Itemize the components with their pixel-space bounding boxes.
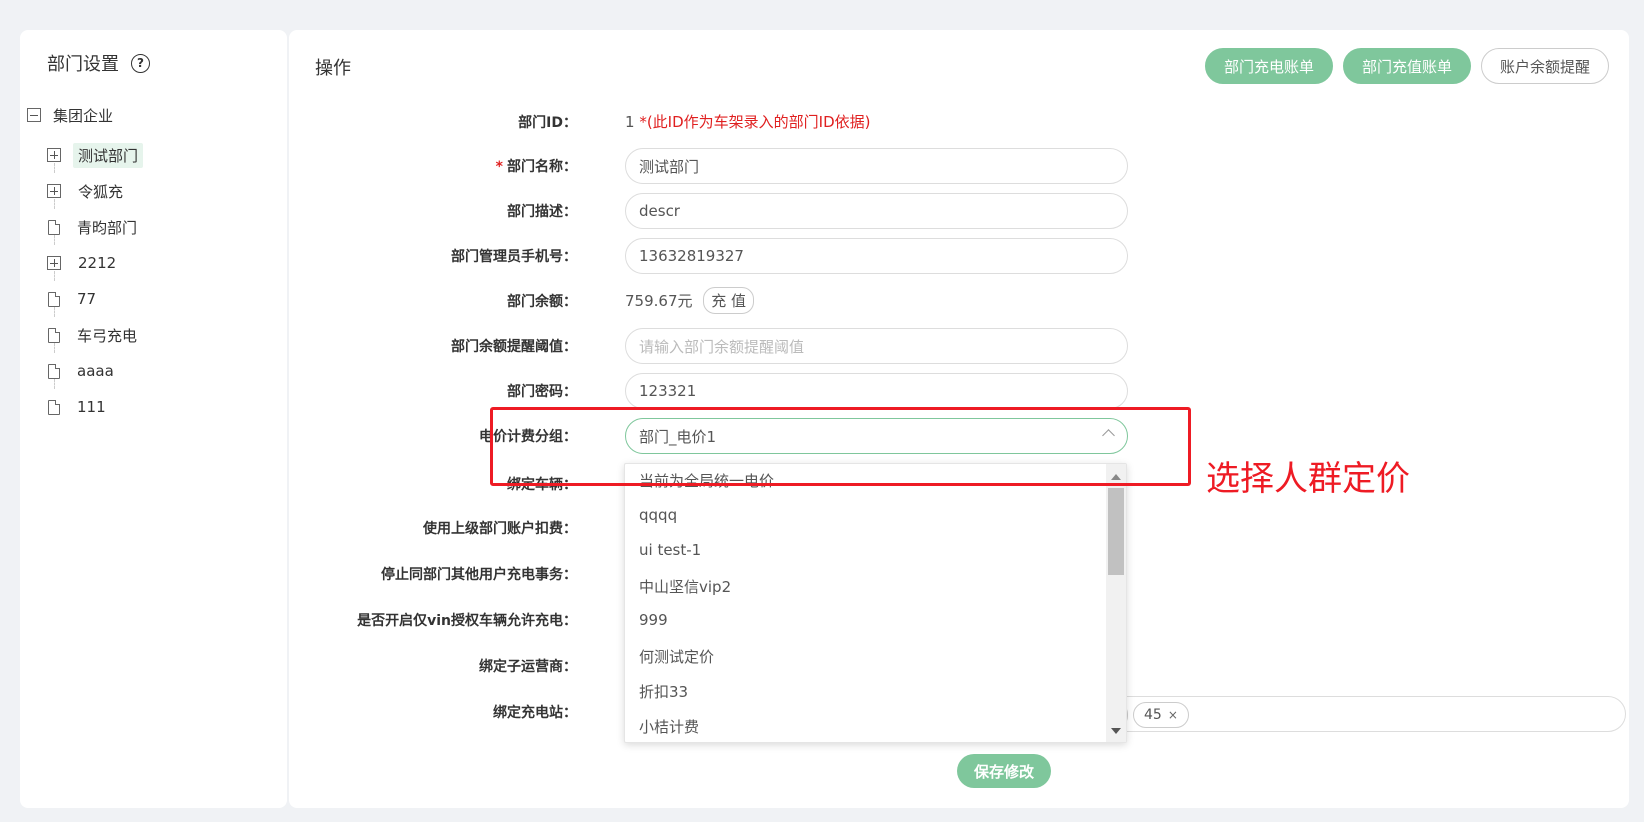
expand-icon[interactable] [47, 184, 61, 198]
scroll-up-icon[interactable] [1111, 474, 1121, 480]
dropdown-option[interactable]: 当前为全局统一电价 [639, 470, 774, 488]
tree-item-label[interactable]: 车弓充电 [72, 323, 142, 348]
bind-station-label: 绑定充电站： [493, 705, 577, 721]
admin-phone-input[interactable]: 13632819327 [625, 238, 1128, 274]
scroll-down-icon[interactable] [1111, 728, 1121, 734]
tree-item-label[interactable]: 111 [72, 396, 111, 418]
threshold-label: 部门余额提醒阈值： [451, 339, 577, 355]
parent-account-label: 使用上级部门账户扣费： [423, 521, 577, 537]
tree-item-label[interactable]: aaaa [72, 360, 119, 382]
dropdown-option[interactable]: 中山坚信vip2 [639, 576, 731, 597]
balance-value: 759.67元 [625, 292, 693, 310]
tree-item-label[interactable]: 77 [72, 288, 101, 310]
threshold-input[interactable]: 请输入部门余额提醒阈值 [625, 328, 1128, 364]
dept-id-label: 部门ID： [518, 115, 577, 131]
tree-item-2212[interactable]: 2212 [47, 245, 143, 281]
tree-item-label[interactable]: 青昀部门 [72, 215, 142, 240]
bind-operator-label: 绑定子运营商： [479, 659, 577, 675]
tree-item-linghuchong[interactable]: 令狐充 [47, 173, 143, 209]
pricing-group-select[interactable]: 部门_电价1 [625, 418, 1128, 454]
tree-item-label[interactable]: 令狐充 [73, 179, 128, 204]
dropdown-option[interactable]: qqqq [639, 506, 677, 524]
tree-root[interactable]: 集团企业 [27, 102, 143, 128]
dept-id-value: 1 [625, 113, 635, 131]
tree-item-test-dept[interactable]: 测试部门 [47, 137, 144, 173]
sidebar-header: 部门设置 ? [47, 50, 150, 76]
admin-phone-label: 部门管理员手机号： [451, 249, 577, 265]
sidebar-title: 部门设置 [47, 54, 119, 75]
tree-item-qingyun[interactable]: 青昀部门 [47, 209, 143, 245]
page-title: 操作 [315, 58, 351, 79]
balance-label: 部门余额： [507, 294, 577, 310]
dept-id-note: *(此ID作为车架录入的部门ID依据) [639, 113, 871, 131]
help-icon[interactable]: ? [131, 53, 150, 73]
station-tag-label: 45 [1144, 707, 1162, 723]
file-icon [48, 327, 60, 343]
chevron-up-icon[interactable] [1102, 429, 1115, 442]
pricing-group-value: 部门_电价1 [639, 427, 717, 446]
file-icon [48, 219, 60, 235]
charge-bill-button[interactable]: 部门充电账单 [1204, 48, 1333, 84]
tree-root-label: 集团企业 [53, 106, 114, 125]
dropdown-option[interactable]: ui test-1 [639, 541, 701, 559]
close-icon[interactable]: × [1168, 708, 1178, 722]
tree-item-chegong[interactable]: 车弓充电 [47, 317, 143, 353]
dropdown-list: 当前为全局统一电价 qqqq ui test-1 中山坚信vip2 999 何测… [625, 464, 1106, 742]
toolbar: 部门充电账单 部门充值账单 账户余额提醒 [1204, 48, 1609, 84]
password-input[interactable]: 123321 [625, 373, 1128, 409]
balance-alert-button[interactable]: 账户余额提醒 [1480, 48, 1609, 84]
annotation-text: 选择人群定价 [1206, 459, 1410, 499]
password-label: 部门密码： [507, 384, 577, 400]
pricing-group-dropdown: 当前为全局统一电价 qqqq ui test-1 中山坚信vip2 999 何测… [624, 463, 1127, 743]
tree-item-77[interactable]: 77 [47, 281, 143, 317]
file-icon [48, 291, 60, 307]
recharge-bill-button[interactable]: 部门充值账单 [1342, 48, 1471, 84]
sidebar: 部门设置 ? 集团企业 测试部门 令狐充 青昀部门 2212 77 车弓充电 a… [20, 30, 287, 808]
file-icon [48, 363, 60, 379]
dept-name-input[interactable]: 测试部门 [625, 148, 1128, 184]
tree-children: 测试部门 令狐充 青昀部门 2212 77 车弓充电 aaaa 111 [47, 137, 144, 425]
dropdown-scrollbar[interactable] [1106, 464, 1126, 742]
tree-item-label[interactable]: 2212 [73, 252, 121, 274]
tree-item-aaaa[interactable]: aaaa [47, 353, 143, 389]
department-tree: 集团企业 测试部门 令狐充 青昀部门 2212 77 车弓充电 aaaa 111 [27, 102, 144, 425]
dropdown-option[interactable]: 折扣33 [639, 681, 688, 702]
dropdown-option[interactable]: 小桔计费 [639, 716, 699, 737]
balance-row: 759.67元 充 值 [625, 287, 755, 314]
tree-item-label[interactable]: 测试部门 [73, 142, 144, 168]
tree-item-111[interactable]: 111 [47, 389, 143, 425]
dept-name-label: * 部门名称： [495, 159, 577, 175]
bind-vehicle-label: 绑定车辆： [507, 477, 577, 493]
recharge-button[interactable]: 充 值 [703, 287, 755, 314]
save-button[interactable]: 保存修改 [957, 754, 1052, 788]
expand-icon[interactable] [47, 256, 61, 270]
expand-icon[interactable] [47, 148, 61, 162]
station-tag: 45 × [1133, 702, 1189, 728]
file-icon [48, 399, 60, 415]
collapse-icon[interactable] [27, 108, 41, 122]
required-mark: * [495, 159, 503, 175]
dropdown-option[interactable]: 999 [639, 611, 668, 629]
dept-id-row: 1 *(此ID作为车架录入的部门ID依据) [625, 111, 870, 132]
scroll-thumb[interactable] [1108, 488, 1124, 575]
dept-desc-input[interactable]: descr [625, 193, 1128, 229]
dropdown-option[interactable]: 何测试定价 [639, 646, 714, 667]
stop-others-label: 停止同部门其他用户充电事务： [381, 567, 577, 583]
dept-desc-label: 部门描述： [507, 204, 577, 220]
vin-only-label: 是否开启仅vin授权车辆允许充电： [357, 613, 577, 629]
pricing-group-label: 电价计费分组： [479, 429, 577, 445]
